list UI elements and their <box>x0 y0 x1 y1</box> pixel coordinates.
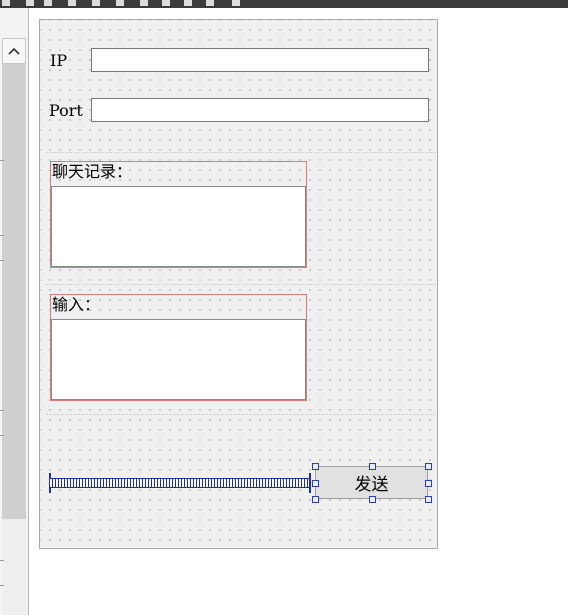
left-dock-panel <box>0 8 29 615</box>
resize-handle[interactable] <box>369 463 376 470</box>
message-input-group[interactable]: 输入： <box>50 294 307 401</box>
row-divider <box>0 435 4 436</box>
spacer-right-cap <box>309 473 311 493</box>
row-divider <box>0 410 4 411</box>
port-input[interactable] <box>91 98 429 122</box>
layout-guide <box>46 152 436 153</box>
resize-handle[interactable] <box>425 463 432 470</box>
toolbar-icon[interactable] <box>232 0 240 6</box>
chat-history-textarea[interactable] <box>51 186 306 267</box>
toolbar-icon[interactable] <box>68 0 76 6</box>
toolbar-icon[interactable] <box>92 0 100 6</box>
toolbar-icon[interactable] <box>26 0 34 6</box>
port-label: Port <box>49 101 83 120</box>
chevron-up-icon <box>8 47 20 55</box>
row-divider <box>0 585 4 586</box>
row-divider <box>0 560 4 561</box>
chat-history-label: 聊天记录： <box>52 162 133 181</box>
resize-handle[interactable] <box>425 480 432 487</box>
ip-label: IP <box>50 51 68 70</box>
resize-handle[interactable] <box>425 496 432 503</box>
row-divider <box>0 235 4 236</box>
scrollbar-thumb[interactable] <box>2 64 26 519</box>
chat-history-group[interactable]: 聊天记录： <box>50 161 307 268</box>
toolbar-icon[interactable] <box>206 0 214 6</box>
resize-handle[interactable] <box>312 480 319 487</box>
toolbar-icon[interactable] <box>116 0 124 6</box>
row-divider <box>0 160 4 161</box>
ip-input[interactable] <box>91 48 429 72</box>
toolbar-icon[interactable] <box>184 0 192 6</box>
designer-toolbar <box>0 0 568 8</box>
toolbar-icon[interactable] <box>140 0 148 6</box>
layout-guide <box>46 284 436 285</box>
toolbar-icon[interactable] <box>162 0 170 6</box>
resize-handle[interactable] <box>312 496 319 503</box>
resize-handle[interactable] <box>312 463 319 470</box>
row-divider <box>0 260 4 261</box>
scrollbar-track[interactable] <box>2 519 26 615</box>
scroll-up-button[interactable] <box>2 38 26 64</box>
horizontal-spacer[interactable] <box>49 478 311 488</box>
toolbar-icon[interactable] <box>44 0 52 6</box>
layout-guide <box>46 414 436 415</box>
message-input-label: 输入： <box>52 295 101 314</box>
resize-handle[interactable] <box>369 496 376 503</box>
send-button[interactable]: 发送 <box>315 466 428 499</box>
message-input-textarea[interactable] <box>51 319 306 400</box>
toolbar-icon[interactable] <box>2 0 10 6</box>
